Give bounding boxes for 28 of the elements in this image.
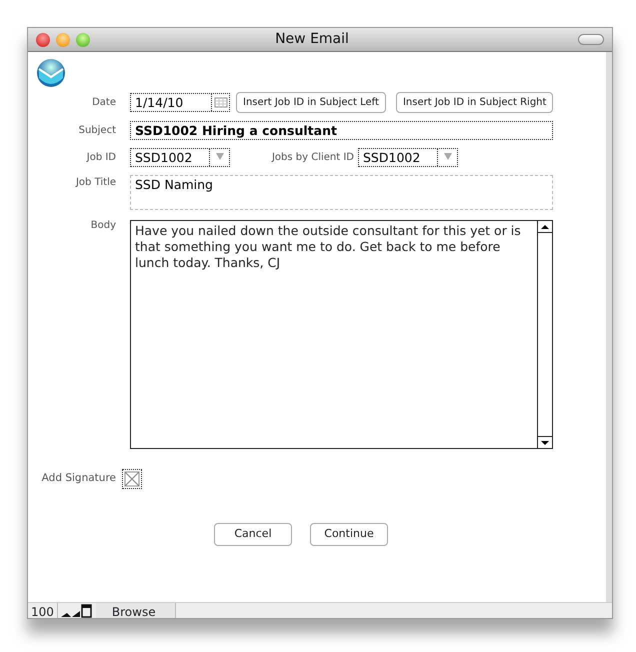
job-id-dropdown[interactable]: SSD1002 bbox=[130, 148, 230, 167]
field-label: Subject bbox=[78, 124, 116, 138]
date-field[interactable]: 1/14/10 bbox=[130, 93, 230, 112]
field-label: Jobs by Client ID bbox=[270, 151, 354, 165]
logo-icon bbox=[36, 58, 66, 88]
scrollbar[interactable] bbox=[537, 221, 552, 448]
field-label: Body bbox=[90, 219, 116, 233]
insert-job-id-button[interactable]: Insert Job ID in Subject Right bbox=[396, 92, 554, 113]
mode-indicator[interactable]: Browse bbox=[96, 603, 176, 618]
window-title: New Email bbox=[274, 30, 350, 49]
scroll-down-icon[interactable] bbox=[538, 436, 552, 448]
zoom-level[interactable]: 100 bbox=[28, 603, 58, 618]
dialog-button[interactable]: Cancel bbox=[214, 523, 292, 546]
field-label: Add Signature bbox=[40, 471, 116, 486]
client-id-dropdown[interactable]: SSD1002 bbox=[358, 148, 458, 167]
signature-checkbox[interactable] bbox=[122, 469, 142, 489]
field-label: Job ID bbox=[85, 151, 116, 165]
toolbar-toggle-button[interactable] bbox=[578, 34, 604, 45]
body-textarea[interactable]: Have you nailed down the outside consultant for this yet or is that something you want me to do. Get back to me before lunch today. Thanks, CJ bbox=[130, 220, 553, 449]
field-label: Job Title bbox=[74, 176, 116, 190]
subject-field[interactable]: SSD1002 Hiring a consultant bbox=[130, 121, 553, 140]
dialog-button[interactable]: Continue bbox=[310, 523, 388, 546]
body-text: Have you nailed down the outside consultant for this yet or is that something you want me to do. Get back to me before lunch today. Thanks, CJ bbox=[134, 222, 522, 272]
insert-job-id-button[interactable]: Insert Job ID in Subject Left bbox=[236, 92, 386, 113]
field-label: Date bbox=[91, 96, 116, 110]
close-button[interactable] bbox=[36, 32, 50, 46]
job-title-field[interactable]: SSD Naming bbox=[130, 175, 553, 210]
calendar-icon[interactable] bbox=[211, 94, 229, 111]
